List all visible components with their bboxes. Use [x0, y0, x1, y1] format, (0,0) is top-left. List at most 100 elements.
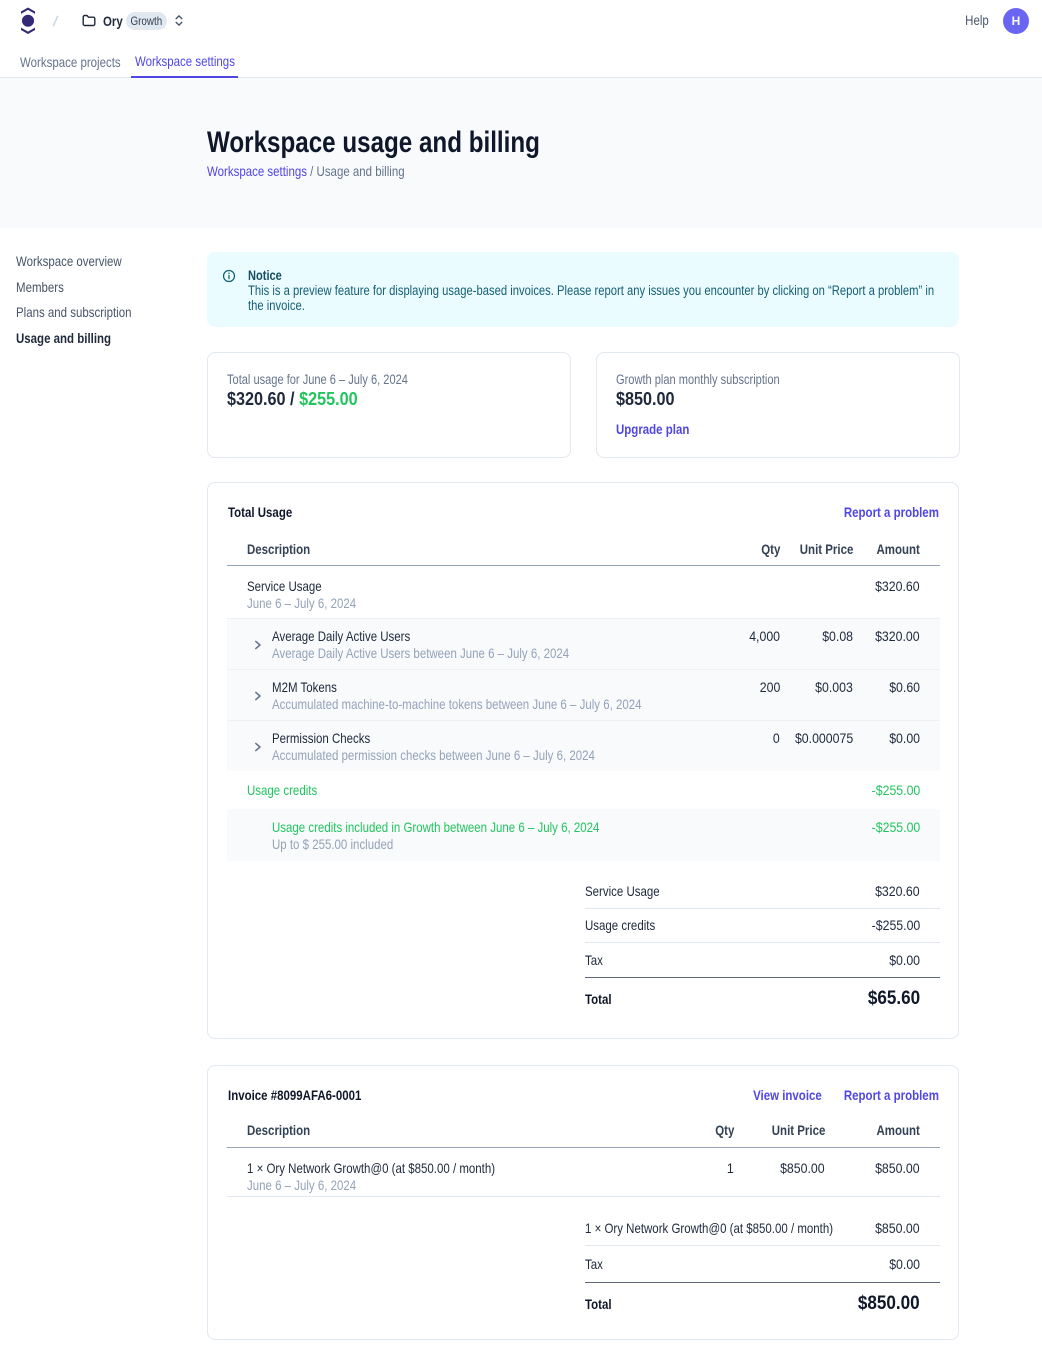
- cell-qty: 0: [773, 730, 780, 747]
- usage-credits-detail-row: Usage credits included in Growth between…: [227, 809, 940, 861]
- ory-logo-icon[interactable]: [21, 7, 35, 35]
- row-subtitle: Average Daily Active Users between June …: [272, 645, 680, 662]
- usage-row-m2m[interactable]: M2M Tokens Accumulated machine-to-machin…: [227, 669, 940, 720]
- usage-amount: $320.60 /: [227, 389, 299, 409]
- tab-workspace-settings[interactable]: Workspace settings: [131, 41, 238, 78]
- sidebar-item-members[interactable]: Members: [16, 278, 186, 296]
- notice-title: Notice: [248, 269, 948, 283]
- workspace-name[interactable]: Ory: [103, 12, 127, 30]
- usage-panel-title: Total Usage: [228, 504, 306, 520]
- summary-value: $0.00: [885, 952, 940, 968]
- subscription-value: $850.00: [616, 389, 940, 410]
- cell-qty: 4,000: [749, 628, 780, 645]
- cell-amount: $0.00: [889, 730, 920, 747]
- panel-links: View invoice Report a problem: [738, 1087, 939, 1103]
- row-title: Average Daily Active Users: [272, 628, 680, 645]
- settings-sidebar: Workspace overview Members Plans and sub…: [16, 252, 186, 355]
- row-title: 1 × Ory Network Growth@0 (at $850.00 / m…: [247, 1160, 654, 1177]
- total-usage-value: $320.60 / $255.00: [227, 389, 551, 410]
- summary-total-label: Total: [585, 991, 862, 1007]
- panel-header: Total Usage Report a problem: [228, 503, 939, 521]
- sidebar-item-workspace-overview[interactable]: Workspace overview: [16, 252, 186, 270]
- invoice-row: 1 × Ory Network Growth@0 (at $850.00 / m…: [227, 1148, 940, 1197]
- notice-content: Notice This is a preview feature for dis…: [248, 269, 948, 314]
- breadcrumb: Workspace settings / Usage and billing: [207, 162, 448, 180]
- row-subtitle: Up to $ 255.00 included: [272, 836, 680, 853]
- cell-qty: 200: [759, 679, 780, 696]
- usage-row-permission-checks[interactable]: Permission Checks Accumulated permission…: [227, 720, 940, 771]
- upgrade-plan-link[interactable]: Upgrade plan: [616, 420, 940, 438]
- avatar[interactable]: H: [1003, 8, 1029, 34]
- summary-row: Service Usage $320.60: [585, 874, 940, 909]
- row-subtitle: June 6 – July 6, 2024: [247, 595, 680, 612]
- subscription-label: Growth plan monthly subscription: [616, 371, 940, 389]
- workspace-switcher-icon[interactable]: [175, 15, 183, 26]
- notice-banner: Notice This is a preview feature for dis…: [207, 252, 959, 327]
- invoice-panel: Invoice #8099AFA6-0001 View invoice Repo…: [207, 1065, 959, 1340]
- included-amount: $255.00: [299, 389, 358, 409]
- summary-value: $850.00: [869, 1220, 940, 1236]
- summary-label: 1 × Ory Network Growth@0 (at $850.00 / m…: [585, 1220, 869, 1236]
- cell-unit-price: $0.000075: [795, 730, 853, 747]
- usage-summary: Service Usage $320.60 Usage credits -$25…: [585, 874, 940, 1020]
- summary-row: 1 × Ory Network Growth@0 (at $850.00 / m…: [585, 1210, 940, 1246]
- column-header-amount: Amount: [877, 1122, 920, 1138]
- billing-table: Description Qty Unit Price Amount Servic…: [227, 533, 940, 1020]
- summary-label: Tax: [585, 952, 885, 968]
- cell-amount: $0.60: [889, 679, 920, 696]
- sidebar-item-usage-and-billing[interactable]: Usage and billing: [16, 329, 186, 347]
- chevron-right-icon[interactable]: [254, 691, 262, 701]
- cell-amount: $320.60: [875, 578, 920, 595]
- view-invoice-link[interactable]: View invoice: [738, 1087, 822, 1103]
- summary-row: Usage credits -$255.00: [585, 909, 940, 944]
- cell-amount: -$255.00: [871, 917, 920, 933]
- summary-label: Usage credits: [585, 917, 865, 933]
- row-subtitle: Accumulated machine-to-machine tokens be…: [272, 696, 680, 713]
- summary-label: Tax: [585, 1256, 885, 1272]
- row-title: Service Usage: [247, 578, 680, 595]
- tab-workspace-projects[interactable]: Workspace projects: [16, 41, 124, 78]
- page-title: Workspace usage and billing: [207, 126, 613, 159]
- column-header-qty: Qty: [715, 1122, 734, 1138]
- notice-body: This is a preview feature for displaying…: [248, 283, 944, 314]
- total-amount: $65.60: [868, 988, 920, 1010]
- column-header-description: Description: [247, 541, 310, 557]
- invoice-report-problem-link[interactable]: Report a problem: [823, 1087, 939, 1103]
- summary-value: -$255.00: [865, 917, 940, 933]
- summary-total-value: $850.00: [851, 1293, 940, 1315]
- plan-badge: Growth: [126, 12, 167, 30]
- usage-report-problem-link[interactable]: Report a problem: [823, 504, 939, 520]
- page-hero: Workspace usage and billing Workspace se…: [0, 78, 1042, 228]
- cell-amount: $320.60: [875, 883, 920, 899]
- chevron-right-icon[interactable]: [254, 742, 262, 752]
- billing-table: Description Qty Unit Price Amount 1 × Or…: [227, 1112, 940, 1325]
- row-subtitle: June 6 – July 6, 2024: [247, 1177, 654, 1194]
- breadcrumb-link-workspace-settings[interactable]: Workspace settings: [207, 163, 307, 179]
- column-header-qty: Qty: [761, 541, 780, 557]
- invoice-panel-title: Invoice #8099AFA6-0001: [228, 1087, 391, 1103]
- workspace-tabs: Workspace projects Workspace settings: [0, 41, 1042, 78]
- summary-row: Tax $0.00: [585, 1246, 940, 1283]
- info-icon: [222, 269, 236, 283]
- usage-credits-row: Usage credits -$255.00: [227, 771, 940, 809]
- cell-qty: 1: [727, 1160, 734, 1177]
- column-header-description: Description: [247, 1122, 310, 1138]
- stat-cards-row: Total usage for June 6 – July 6, 2024 $3…: [207, 352, 960, 458]
- usage-row-adau[interactable]: Average Daily Active Users Average Daily…: [227, 618, 940, 669]
- folder-icon: [82, 14, 96, 27]
- cell-unit-price: $850.00: [780, 1160, 825, 1177]
- invoice-summary: 1 × Ory Network Growth@0 (at $850.00 / m…: [585, 1210, 940, 1325]
- cell-amount: -$255.00: [871, 782, 920, 798]
- cell-amount: $0.00: [889, 952, 920, 968]
- cell-unit-price: $0.08: [822, 628, 853, 645]
- row-subtitle: Accumulated permission checks between Ju…: [272, 747, 680, 764]
- summary-label: Service Usage: [585, 883, 869, 899]
- row-title: Usage credits: [247, 782, 317, 798]
- sidebar-item-plans-and-subscription[interactable]: Plans and subscription: [16, 303, 186, 321]
- chevron-right-icon[interactable]: [254, 640, 262, 650]
- panel-header: Invoice #8099AFA6-0001 View invoice Repo…: [228, 1086, 939, 1104]
- help-link[interactable]: Help: [960, 12, 989, 29]
- column-header-unit-price: Unit Price: [799, 541, 853, 557]
- cell-amount: $850.00: [875, 1220, 920, 1236]
- summary-total-row: Total $65.60: [585, 978, 940, 1020]
